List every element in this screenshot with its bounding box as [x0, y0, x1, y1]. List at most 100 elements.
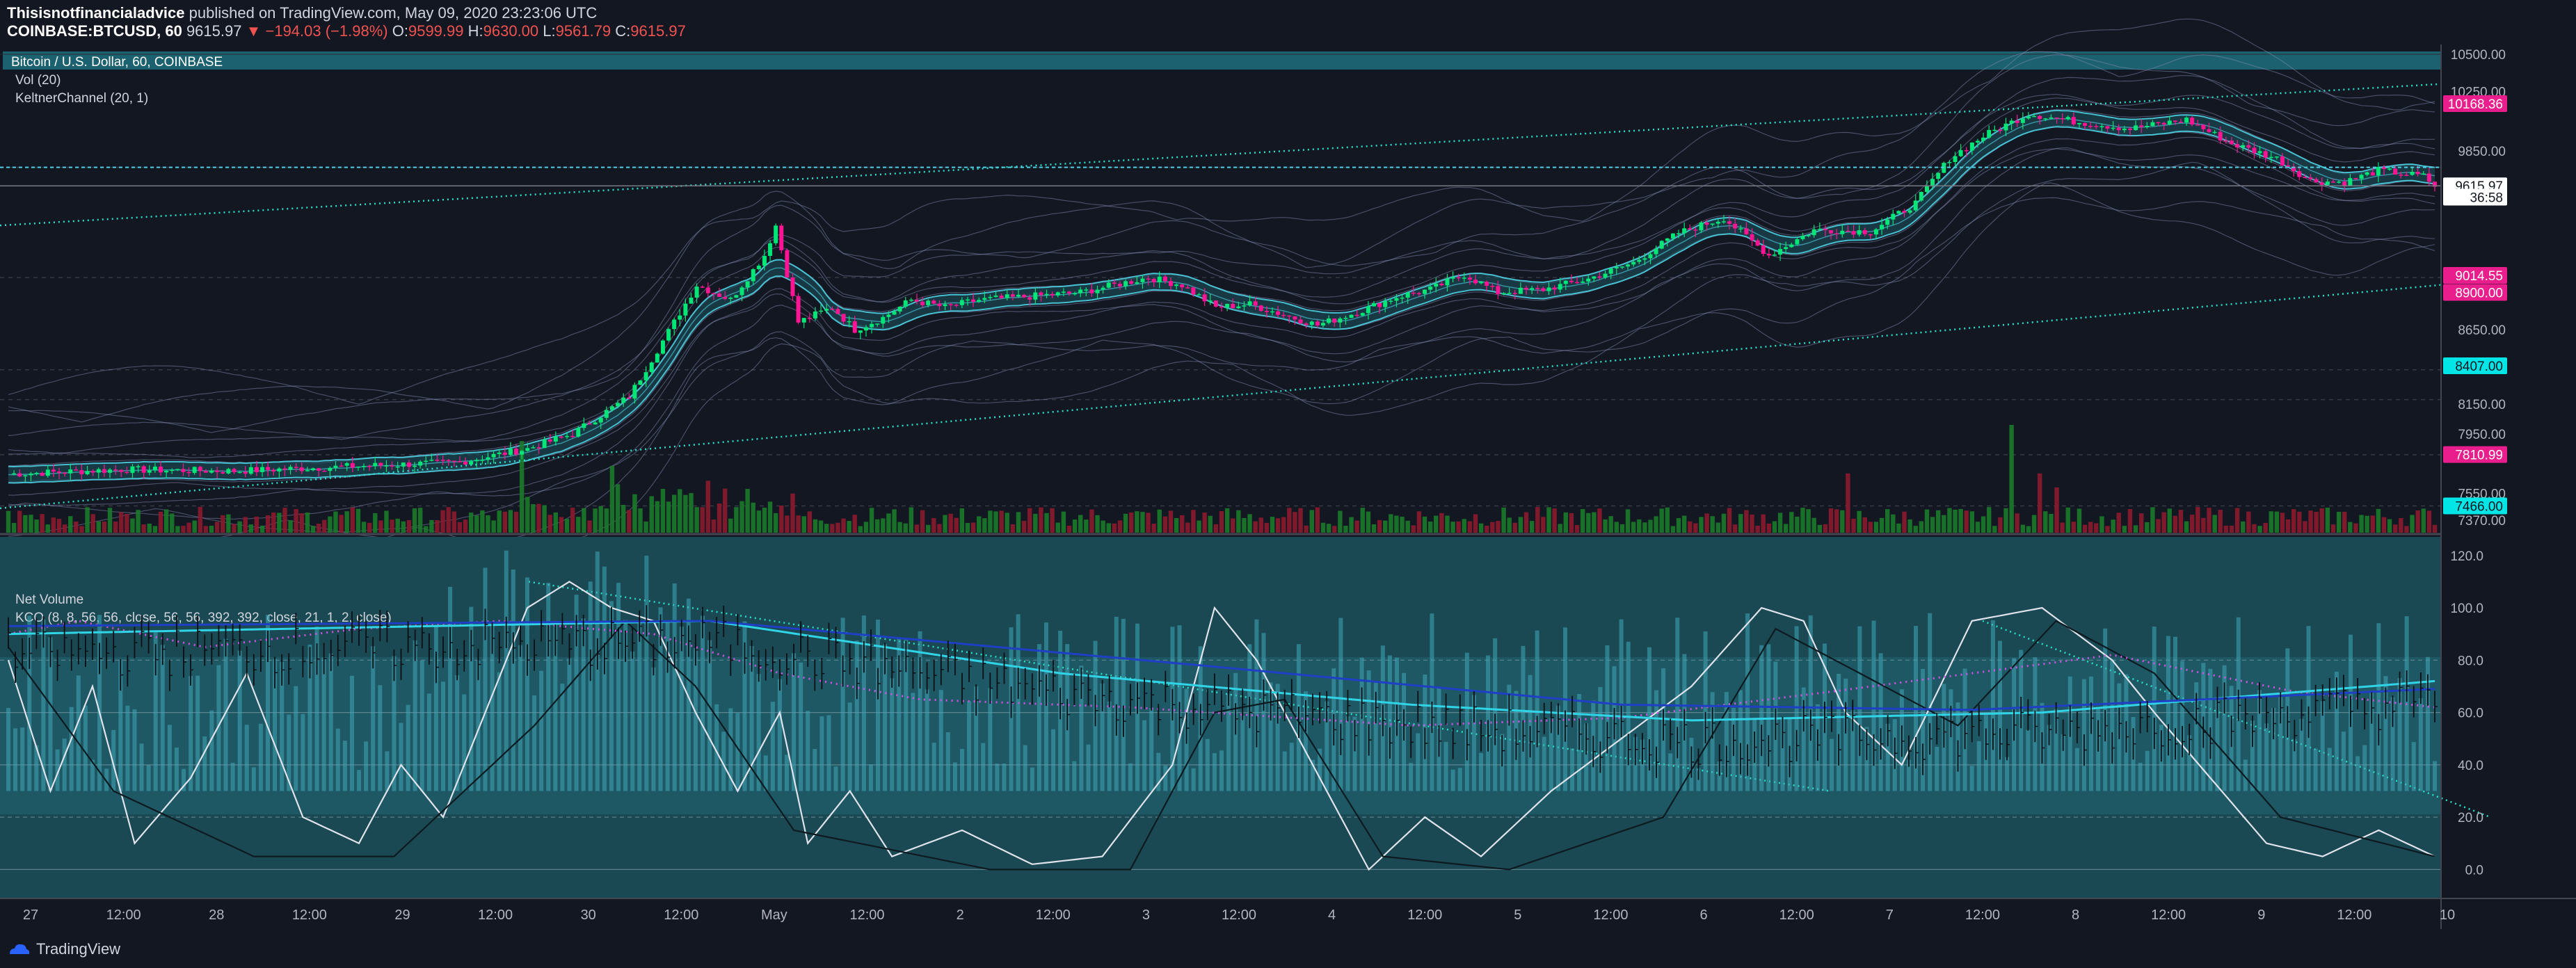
- candle-body: [57, 471, 62, 473]
- time-tick-label: 12:00: [1036, 908, 1071, 923]
- price-tag-label: 8407.00: [2455, 360, 2503, 374]
- candle-body: [491, 453, 496, 458]
- volume-bar: [1371, 524, 1377, 533]
- keltner-indicator-label[interactable]: KeltnerChannel (20, 1): [15, 91, 148, 106]
- candle-body: [1992, 129, 1997, 131]
- candle-body: [1185, 287, 1190, 289]
- main-pane[interactable]: Bitcoin / U.S. Dollar, 60, COINBASE Vol …: [0, 18, 2441, 576]
- net-volume-bar: [918, 631, 922, 791]
- volume-bar: [1654, 516, 1658, 533]
- volume-bar: [158, 511, 163, 533]
- volume-bar: [1281, 517, 1286, 533]
- candle-body: [1592, 276, 1597, 279]
- candle-body: [2190, 118, 2195, 125]
- volume-bar: [1670, 526, 1676, 533]
- candle-body: [2134, 125, 2138, 131]
- volume-bar: [1586, 513, 1591, 533]
- candle-body: [12, 473, 17, 475]
- candle-body: [683, 303, 688, 316]
- candle-body: [1648, 254, 1653, 259]
- volume-bar: [1106, 523, 1111, 533]
- net-volume-bar: [139, 743, 144, 791]
- candle-body: [90, 471, 95, 473]
- candle-body: [1868, 234, 1873, 236]
- vol-indicator-label[interactable]: Vol (20): [15, 73, 61, 88]
- indicator-axis[interactable]: 120.0 100.0 80.0 60.0 40.0 20.0 0.0: [2450, 549, 2483, 878]
- net-volume-bar: [1023, 745, 1027, 791]
- time-axis[interactable]: 27 12:00 28 12:00 29 12:00 30 12:00 May 12:00 2 12:…: [23, 908, 2455, 923]
- candle-body: [2150, 122, 2155, 126]
- candle-body: [1507, 293, 1512, 294]
- candle-body: [1755, 240, 1760, 246]
- candle-body: [2020, 118, 2025, 123]
- volume-bar: [813, 519, 818, 533]
- net-volume-bar: [567, 658, 572, 791]
- volume-bar: [305, 513, 310, 533]
- volume-bar: [2082, 524, 2088, 533]
- candle-body: [1293, 316, 1297, 320]
- candle-body: [1789, 244, 1794, 248]
- volume-bar: [513, 511, 519, 533]
- net-volume-bar: [413, 640, 417, 791]
- volume-bar: [1851, 519, 1856, 533]
- candle-body: [672, 319, 677, 330]
- net-volume-bar: [756, 674, 761, 791]
- candle-body: [705, 287, 710, 293]
- candle-body: [1936, 172, 1941, 179]
- volume-bar: [1817, 524, 1823, 533]
- candle-body: [616, 403, 621, 407]
- volume-bar: [2212, 515, 2217, 533]
- volume-bar: [773, 513, 778, 533]
- candle-body: [1377, 302, 1382, 307]
- candle-body: [1411, 292, 1416, 294]
- candle-body: [1981, 137, 1986, 141]
- candle-body: [1135, 282, 1139, 284]
- volume-bar: [881, 518, 886, 533]
- chart-canvas[interactable]: Bitcoin / U.S. Dollar, 60, COINBASE Vol …: [0, 0, 2576, 968]
- candle-body: [2348, 178, 2353, 186]
- net-volume-bar: [230, 762, 235, 791]
- candle-body: [2308, 177, 2313, 179]
- candle-body: [2257, 151, 2262, 154]
- volume-bar: [993, 511, 998, 533]
- volume-bar: [62, 524, 67, 533]
- volume-bar: [1608, 516, 1613, 533]
- volume-bar: [1834, 509, 1839, 533]
- volume-bar: [1219, 510, 1224, 533]
- candle-body: [1766, 254, 1771, 256]
- candle-body: [565, 435, 570, 437]
- candle-body: [852, 321, 857, 333]
- net-volume-bar: [441, 681, 446, 791]
- candle-body: [627, 397, 632, 399]
- volume-bar: [113, 522, 118, 533]
- volume-bar: [649, 496, 654, 533]
- net-volume-bar: [349, 675, 354, 791]
- candle-body: [1236, 306, 1241, 309]
- brand-name[interactable]: TradingView: [36, 940, 120, 958]
- net-volume-bar: [1976, 741, 1981, 791]
- volume-bar: [23, 515, 28, 533]
- indicator-pane[interactable]: Net Volume KCO (8, 8, 56, 56, close, 56,…: [0, 537, 2491, 898]
- net-volume-bar: [1928, 613, 1933, 791]
- net-volume-bar: [146, 765, 151, 791]
- net-volume-bar: [1240, 715, 1245, 791]
- net-volume-bar: [1443, 741, 1448, 791]
- volume-bar: [1208, 515, 1213, 533]
- net-volume-label[interactable]: Net Volume: [15, 592, 83, 607]
- time-tick-label: 6: [1700, 908, 1708, 923]
- volume-bar: [1535, 507, 1540, 533]
- candle-body: [2218, 131, 2223, 141]
- candle-body: [1225, 303, 1230, 308]
- time-tick-label: 12:00: [2151, 908, 2186, 923]
- volume-bar: [1360, 508, 1365, 533]
- candle-body: [1665, 238, 1670, 241]
- candle-body: [1022, 294, 1027, 298]
- net-volume-bar: [1051, 729, 1056, 791]
- candle-body: [801, 318, 806, 323]
- net-volume-bar: [2376, 623, 2381, 791]
- candle-body: [1146, 278, 1151, 280]
- volume-bar: [424, 526, 429, 533]
- candle-body: [2003, 123, 2008, 131]
- volume-bar: [2325, 507, 2330, 533]
- candle-body: [988, 297, 993, 298]
